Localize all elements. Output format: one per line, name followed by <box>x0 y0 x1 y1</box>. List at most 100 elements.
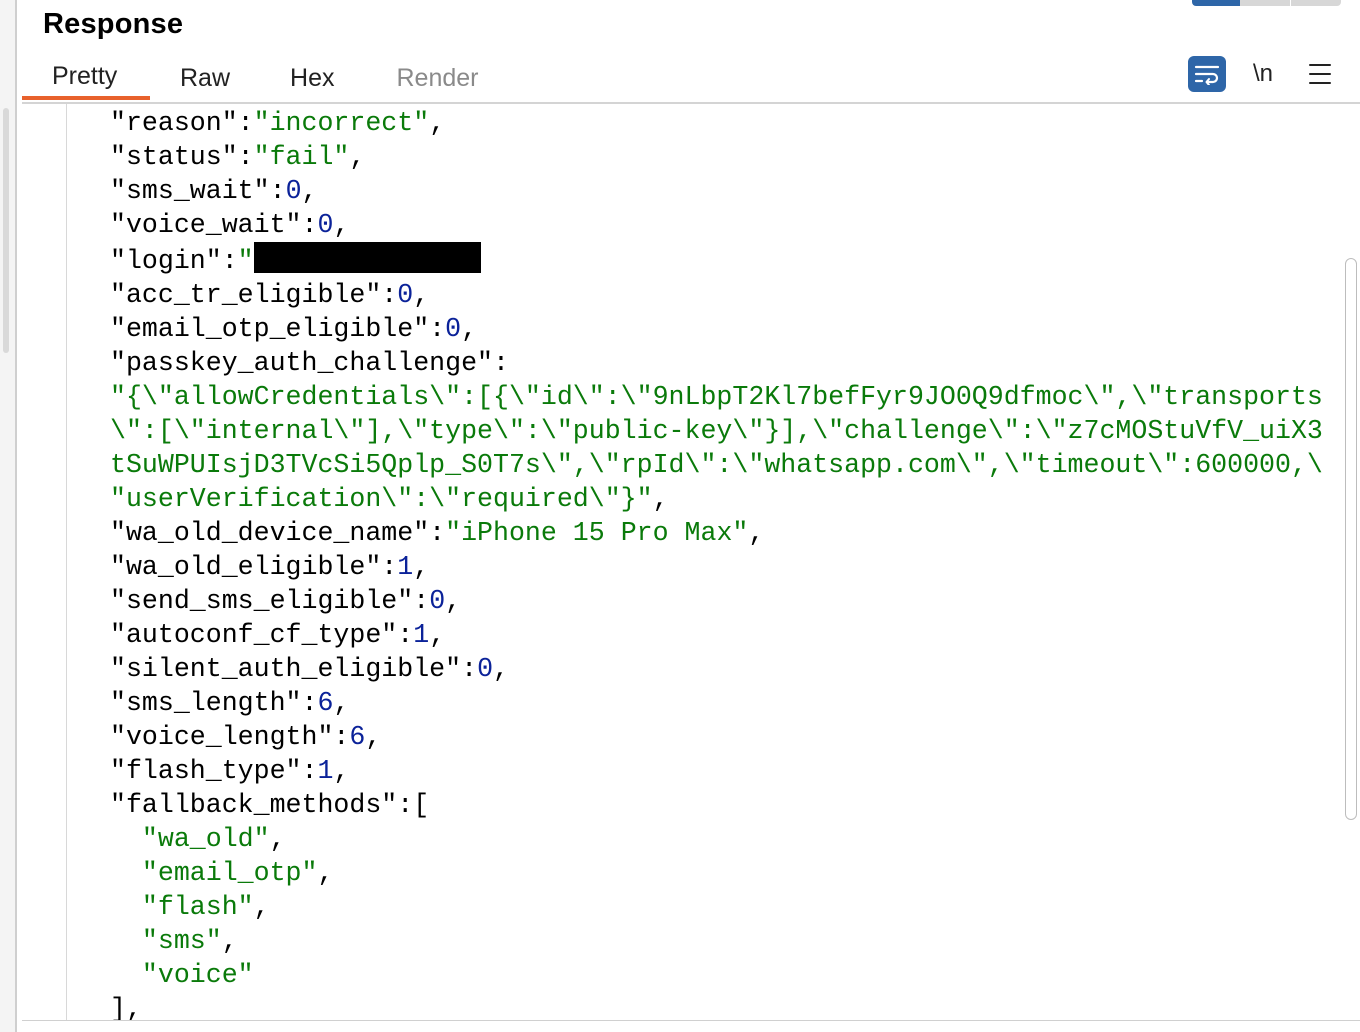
view-toggle-1[interactable] <box>1192 0 1240 6</box>
code-token: , <box>333 688 350 718</box>
view-toggle-2[interactable] <box>1240 0 1290 6</box>
code-token: "status": <box>110 142 254 172</box>
hamburger-menu-icon[interactable] <box>1309 64 1332 84</box>
code-line: "voice_length":6, <box>110 720 1323 754</box>
code-token: , <box>413 552 430 582</box>
code-token: "email_otp" <box>141 858 318 888</box>
code-token: , <box>221 926 238 956</box>
indent-guide <box>66 104 67 1020</box>
code-token: 6 <box>349 722 366 752</box>
code-token: , <box>301 176 318 206</box>
wrap-lines-button[interactable] <box>1188 56 1226 92</box>
code-line: "userVerification\":\"required\"}", <box>110 482 1323 516</box>
code-token: "voice_length": <box>110 722 350 752</box>
code-token: "sms_length": <box>110 688 318 718</box>
code-line: "sms_wait":0, <box>110 174 1323 208</box>
code-token: ], <box>110 994 142 1020</box>
code-line: "send_sms_eligible":0, <box>110 584 1323 618</box>
code-token: , <box>333 210 350 240</box>
code-token: 0 <box>477 654 494 684</box>
code-line: "login":" <box>110 242 1323 278</box>
code-token: , <box>317 858 334 888</box>
code-token: "iPhone 15 Pro Max" <box>445 518 749 548</box>
code-token: "voice" <box>141 960 254 990</box>
code-token: "email_otp_eligible": <box>110 314 446 344</box>
code-token: 1 <box>317 756 334 786</box>
code-line: "silent_auth_eligible":0, <box>110 652 1323 686</box>
wrap-lines-icon <box>1194 65 1220 85</box>
code-token: , <box>429 620 446 650</box>
code-line: "wa_old", <box>110 822 1323 856</box>
code-token: 0 <box>317 210 334 240</box>
code-token: "autoconf_cf_type": <box>110 620 414 650</box>
code-token: "reason": <box>110 108 254 138</box>
code-line: "fallback_methods":[ <box>110 788 1323 822</box>
show-newlines-button[interactable]: \n <box>1253 60 1273 88</box>
code-token: , <box>461 314 478 344</box>
code-line: \":[\"internal\"],\"type\":\"public-key\… <box>110 414 1323 448</box>
view-toggle-3[interactable] <box>1291 0 1341 6</box>
code-line: "reason":"incorrect", <box>110 106 1323 140</box>
tab-raw[interactable]: Raw <box>180 56 230 100</box>
code-line: "autoconf_cf_type":1, <box>110 618 1323 652</box>
code-line: tSuWPUIsjD3TVcSi5Qplp_S0T7s\",\"rpId\":\… <box>110 448 1323 482</box>
tab-render[interactable]: Render <box>396 56 478 100</box>
code-line: "sms_length":6, <box>110 686 1323 720</box>
code-token: "sms_wait": <box>110 176 286 206</box>
code-line: "email_otp_eligible":0, <box>110 312 1323 346</box>
code-token: "passkey_auth_challenge": <box>110 348 509 378</box>
code-line: "status":"fail", <box>110 140 1323 174</box>
code-token: , <box>349 142 366 172</box>
code-token: , <box>413 280 430 310</box>
code-token: 1 <box>397 552 414 582</box>
top-toggle-stubs <box>1192 0 1341 6</box>
code-editor[interactable]: "reason":"incorrect", "status":"fail", "sm… <box>22 104 1360 1020</box>
left-scrollbar-thumb[interactable] <box>3 108 9 353</box>
code-token: 1 <box>413 620 430 650</box>
code-line: "voice_wait":0, <box>110 208 1323 242</box>
code-token: "silent_auth_eligible": <box>110 654 478 684</box>
code-line: "{\"allowCredentials\":[{\"id\":\"9nLbpT… <box>110 380 1323 414</box>
response-tabs: Pretty Raw Hex Render <box>22 56 478 102</box>
code-token: "flash_type": <box>110 756 318 786</box>
code-token: , <box>429 108 446 138</box>
bottom-divider <box>22 1020 1360 1021</box>
code-token: 0 <box>285 176 302 206</box>
left-panel-rail <box>0 0 17 1032</box>
code-token: "flash" <box>141 892 254 922</box>
code-token: 0 <box>397 280 414 310</box>
code-token: , <box>493 654 509 684</box>
code-token: , <box>253 892 270 922</box>
code-line: "flash_type":1, <box>110 754 1323 788</box>
code-token: "wa_old_device_name": <box>110 518 446 548</box>
code-line: "email_otp", <box>110 856 1323 890</box>
tab-hex[interactable]: Hex <box>290 56 334 100</box>
code-token: "incorrect" <box>253 108 430 138</box>
code-line: "acc_tr_eligible":0, <box>110 278 1323 312</box>
code-line: "voice" <box>110 958 1323 992</box>
code-token: \":[\"internal\"],\"type\":\"public-key\… <box>110 416 1323 446</box>
code-token: , <box>365 722 382 752</box>
code-line: "wa_old_eligible":1, <box>110 550 1323 584</box>
code-line: ], <box>110 992 1323 1020</box>
code-token: , <box>269 824 286 854</box>
code-token: , <box>333 756 350 786</box>
code-token: "sms" <box>141 926 222 956</box>
code-token: " <box>237 246 254 276</box>
editor-scrollbar[interactable] <box>1345 258 1357 820</box>
code-token: "{\"allowCredentials\":[{\"id\":\"9nLbpT… <box>110 382 1323 412</box>
code-token: 6 <box>317 688 334 718</box>
code-token: "fallback_methods":[ <box>110 790 430 820</box>
code-line: "wa_old_device_name":"iPhone 15 Pro Max"… <box>110 516 1323 550</box>
code-token: , <box>445 586 462 616</box>
code-line: "sms", <box>110 924 1323 958</box>
code-token: "wa_old" <box>141 824 270 854</box>
tab-pretty[interactable]: Pretty <box>22 56 150 100</box>
editor-toolbar: \n <box>1188 56 1332 92</box>
code-token: 0 <box>429 586 446 616</box>
code-token: "login": <box>110 246 238 276</box>
